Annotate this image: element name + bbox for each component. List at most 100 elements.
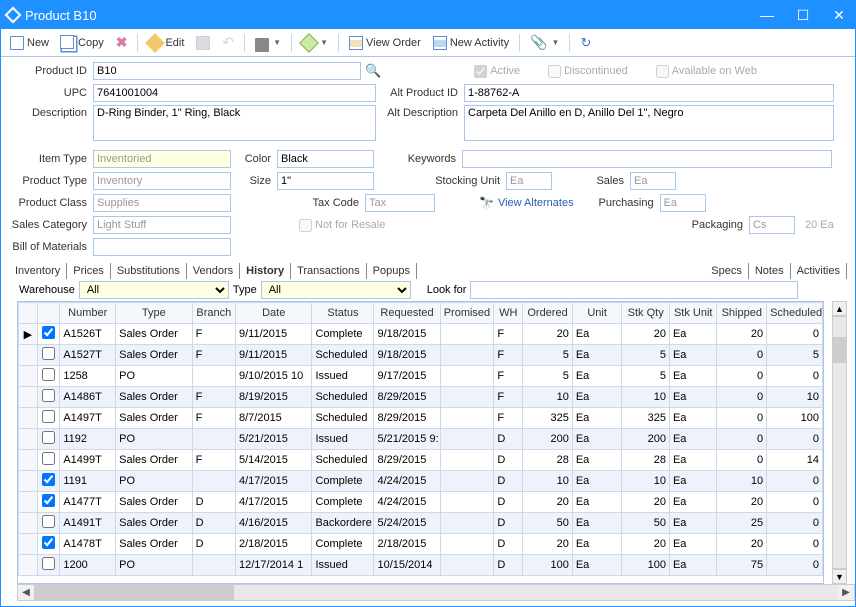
tab-prices[interactable]: Prices (67, 263, 111, 279)
copy-icon (60, 35, 74, 49)
table-row[interactable]: A1499TSales OrderF5/14/2015Scheduled8/29… (19, 450, 823, 471)
color-input[interactable] (277, 150, 374, 168)
stocking-unit-label: Stocking Unit (422, 175, 502, 187)
col-header[interactable]: Type (116, 303, 192, 324)
description-input[interactable]: D-Ring Binder, 1" Ring, Black (93, 105, 376, 141)
col-header[interactable]: Branch (192, 303, 235, 324)
col-header[interactable] (19, 303, 38, 324)
new-activity-button[interactable]: New Activity (428, 34, 514, 52)
grid-hscroll[interactable]: ◀▶ (17, 584, 855, 601)
active-checkbox[interactable]: Active (474, 65, 520, 78)
item-type-label: Item Type (9, 153, 89, 165)
size-input[interactable] (277, 172, 374, 190)
not-for-resale-checkbox[interactable]: Not for Resale (299, 219, 385, 232)
item-type-input[interactable] (93, 150, 231, 168)
bom-input[interactable] (93, 238, 231, 256)
table-row[interactable]: 1192PO5/21/2015Issued5/21/2015 9:D200Ea2… (19, 429, 823, 450)
col-header[interactable]: Stk Unit (669, 303, 717, 324)
type-select[interactable]: All (261, 281, 411, 299)
discontinued-checkbox[interactable]: Discontinued (548, 65, 628, 78)
col-header[interactable]: Scheduled (767, 303, 823, 324)
table-row[interactable]: A1478TSales OrderD2/18/2015Complete2/18/… (19, 534, 823, 555)
tab-specs[interactable]: Specs (705, 263, 749, 279)
table-row[interactable]: 1258PO9/10/2015 10Issued9/17/2015F5Ea5Ea… (19, 366, 823, 387)
size-label: Size (235, 175, 273, 187)
col-header[interactable] (37, 303, 60, 324)
sales-category-input[interactable] (93, 216, 231, 234)
table-row[interactable]: A1491TSales OrderD4/16/2015Backordere5/2… (19, 513, 823, 534)
color-label: Color (235, 153, 273, 165)
print-button[interactable]: ▼ (250, 34, 286, 52)
description-label: Description (9, 105, 89, 119)
tab-activities[interactable]: Activities (791, 263, 847, 279)
tab-vendors[interactable]: Vendors (187, 263, 240, 279)
alt-description-input[interactable]: Carpeta Del Anillo en D, Anillo Del 1", … (464, 105, 834, 141)
delete-button[interactable]: ✖ (111, 32, 133, 53)
refresh-icon: ↻ (580, 35, 591, 51)
col-header[interactable]: WH (494, 303, 523, 324)
table-row[interactable]: A1527TSales OrderF9/11/2015Scheduled9/18… (19, 345, 823, 366)
tab-inventory[interactable]: Inventory (9, 263, 67, 279)
alt-description-label: Alt Description (380, 105, 460, 119)
col-header[interactable]: Stk Qty (622, 303, 670, 324)
available-web-checkbox[interactable]: Available on Web (656, 65, 757, 78)
keywords-input[interactable] (462, 150, 832, 168)
product-type-input[interactable] (93, 172, 231, 190)
col-header[interactable]: Ordered (523, 303, 573, 324)
tab-transactions[interactable]: Transactions (291, 263, 367, 279)
copy-button[interactable]: Copy (56, 34, 109, 52)
tab-substitutions[interactable]: Substitutions (111, 263, 187, 279)
tag-button[interactable]: ▼ (297, 34, 333, 52)
tab-history[interactable]: History (240, 263, 291, 279)
new-button[interactable]: New (5, 34, 54, 52)
look-for-label: Look for (427, 284, 467, 296)
tax-code-input[interactable] (365, 194, 435, 212)
history-filter-bar: Warehouse All Type All Look for (1, 279, 855, 301)
history-grid[interactable]: NumberTypeBranchDateStatusRequestedPromi… (17, 301, 824, 584)
sales-unit-input[interactable] (630, 172, 676, 190)
col-header[interactable]: Status (312, 303, 374, 324)
table-row[interactable]: A1497TSales OrderF8/7/2015Scheduled8/29/… (19, 408, 823, 429)
col-header[interactable]: Unit (572, 303, 622, 324)
warehouse-select[interactable]: All (79, 281, 229, 299)
col-header[interactable]: Number (60, 303, 116, 324)
alt-product-id-label: Alt Product ID (380, 87, 460, 99)
col-header[interactable]: Date (235, 303, 311, 324)
alt-product-id-input[interactable] (464, 84, 834, 102)
table-row[interactable]: A1486TSales OrderF8/19/2015Scheduled8/29… (19, 387, 823, 408)
attach-button[interactable]: 📎▼ (525, 32, 564, 53)
type-filter-label: Type (233, 284, 257, 296)
main-toolbar: New Copy ✖ Edit ↶ ▼ ▼ View Order New Act… (1, 29, 855, 57)
save-button[interactable] (191, 34, 215, 52)
look-for-input[interactable] (470, 281, 798, 299)
upc-label: UPC (9, 87, 89, 99)
product-type-label: Product Type (9, 175, 89, 187)
col-header[interactable]: Shipped (717, 303, 767, 324)
packaging-unit-input[interactable] (749, 216, 795, 234)
product-id-input[interactable] (93, 62, 361, 80)
purchasing-unit-input[interactable] (660, 194, 706, 212)
search-icon[interactable]: 🔍 (365, 63, 381, 79)
table-row[interactable]: A1477TSales OrderD4/17/2015Complete4/24/… (19, 492, 823, 513)
upc-input[interactable] (93, 84, 376, 102)
refresh-button[interactable]: ↻ (575, 33, 596, 53)
sales-unit-label: Sales (556, 175, 626, 187)
col-header[interactable]: Promised (440, 303, 494, 324)
col-header[interactable]: Requested (374, 303, 440, 324)
product-class-input[interactable] (93, 194, 231, 212)
undo-button[interactable]: ↶ (217, 32, 239, 53)
view-alternates-link[interactable]: View Alternates (498, 197, 574, 209)
minimize-button[interactable]: — (757, 7, 777, 24)
tab-popups[interactable]: Popups (367, 263, 417, 279)
table-row[interactable]: ▶A1526TSales OrderF9/11/2015Complete9/18… (19, 324, 823, 345)
view-order-button[interactable]: View Order (344, 34, 426, 52)
close-button[interactable]: ✕ (829, 7, 849, 24)
table-row[interactable]: 1200PO12/17/2014 1Issued10/15/2014D100Ea… (19, 555, 823, 576)
grid-vscroll[interactable]: ▲▼ (832, 301, 847, 584)
edit-button[interactable]: Edit (143, 34, 189, 52)
table-row[interactable]: 1191PO4/17/2015Complete4/24/2015D10Ea10E… (19, 471, 823, 492)
maximize-button[interactable]: ☐ (793, 7, 813, 24)
tag-icon (299, 33, 319, 53)
stocking-unit-input[interactable] (506, 172, 552, 190)
tab-notes[interactable]: Notes (749, 263, 791, 279)
